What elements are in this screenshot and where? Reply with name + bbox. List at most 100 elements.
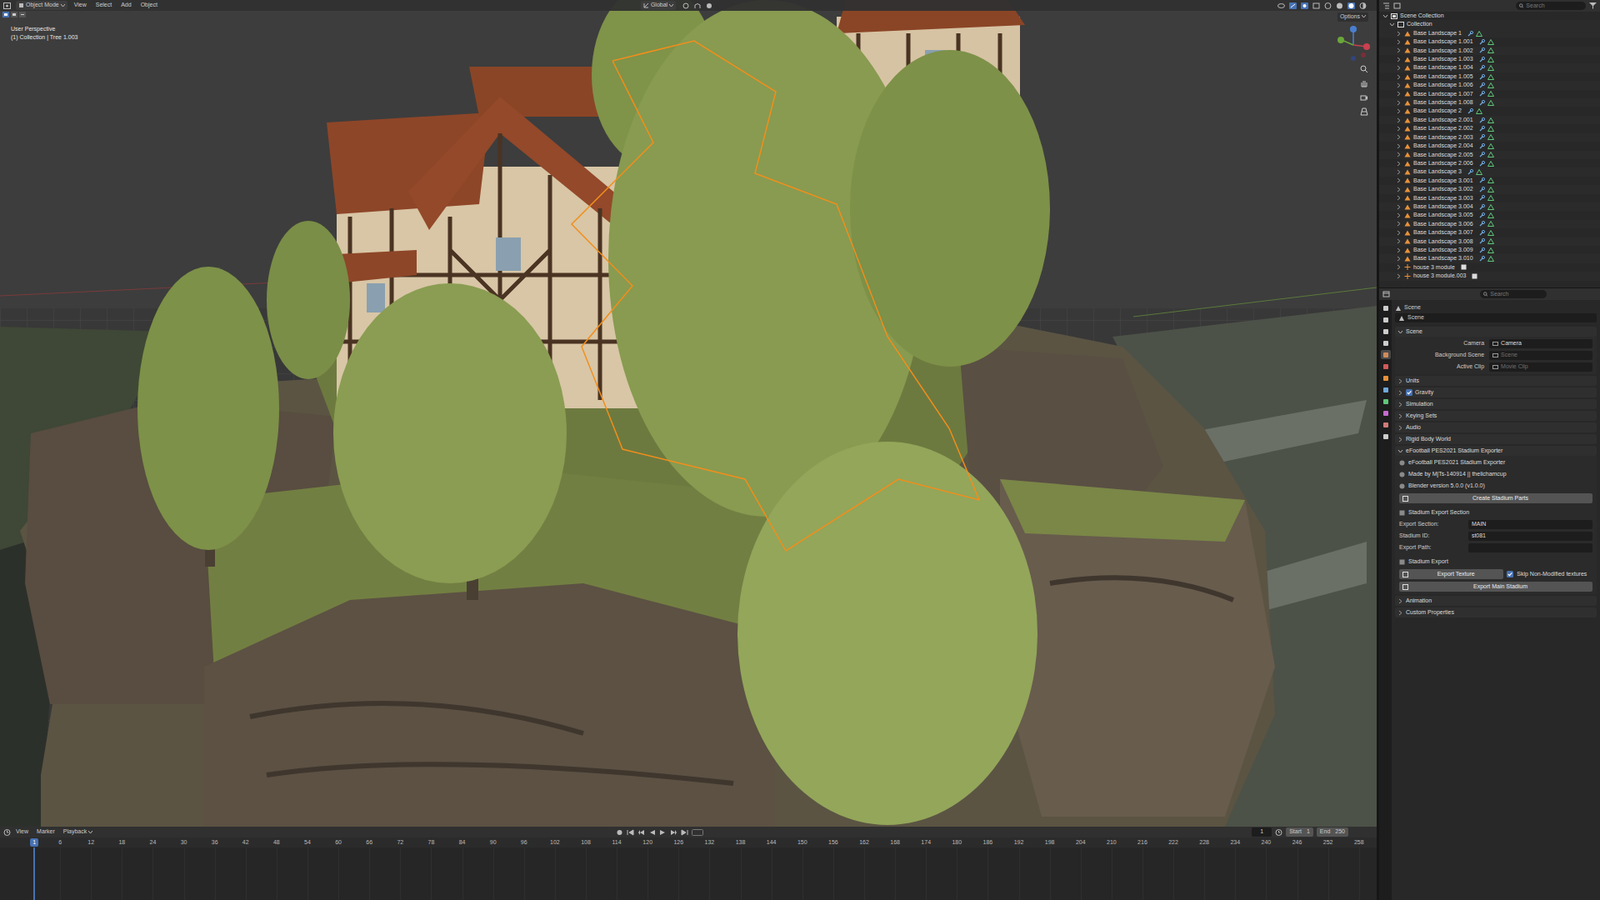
outliner-editor-icon[interactable] — [1382, 2, 1390, 10]
timeline-editor-icon[interactable] — [3, 829, 11, 836]
properties-editor-icon[interactable] — [1382, 290, 1390, 298]
select-extend-icon[interactable] — [10, 11, 18, 18]
properties-tab[interactable] — [1380, 350, 1391, 360]
chevron-down-icon[interactable] — [1397, 448, 1404, 455]
outliner-row[interactable]: Collection — [1379, 20, 1600, 29]
end-frame-field[interactable]: End250 — [1316, 827, 1349, 837]
chevron-right-icon[interactable] — [1395, 108, 1402, 115]
properties-tab[interactable] — [1380, 420, 1391, 430]
xray-icon[interactable] — [1312, 2, 1320, 10]
display-mode-icon[interactable] — [1393, 2, 1401, 10]
menu-item[interactable]: Add — [120, 0, 131, 10]
menu-item[interactable]: View — [74, 0, 87, 10]
outliner-row[interactable]: Base Landscape 2.001 — [1379, 115, 1600, 125]
chevron-right-icon[interactable] — [1395, 273, 1402, 280]
chevron-right-icon[interactable] — [1395, 134, 1402, 140]
next-key-icon[interactable] — [670, 829, 678, 836]
orientation-dropdown[interactable]: Global — [640, 0, 676, 10]
timeline-ruler[interactable]: 6121824303642485460667278849096102108114… — [0, 837, 1377, 848]
outliner-row[interactable]: Base Landscape 2.003 — [1379, 133, 1600, 142]
text-field[interactable]: st081 — [1468, 531, 1593, 541]
outliner-row[interactable]: Base Landscape 2.005 — [1379, 150, 1600, 160]
button[interactable]: Create Stadium Parts — [1399, 493, 1593, 504]
chevron-right-icon[interactable] — [1395, 39, 1402, 45]
chevron-right-icon[interactable] — [1395, 204, 1402, 210]
options-dropdown[interactable]: Options — [1337, 12, 1369, 22]
checkbox[interactable] — [1506, 570, 1514, 578]
chevron-right-icon[interactable] — [1397, 425, 1404, 431]
outliner-row[interactable]: Base Landscape 1.008 — [1379, 98, 1600, 107]
zoom-icon[interactable] — [1360, 65, 1369, 74]
panel-header[interactable]: Gravity — [1395, 387, 1597, 398]
chevron-down-icon[interactable] — [1389, 21, 1395, 28]
panel-header[interactable]: eFootball PES2021 Stadium Exporter — [1395, 445, 1597, 456]
chevron-right-icon[interactable] — [1397, 401, 1404, 408]
chevron-right-icon[interactable] — [1395, 117, 1402, 124]
outliner-row[interactable]: Base Landscape 1.001 — [1379, 37, 1600, 46]
chevron-right-icon[interactable] — [1395, 230, 1402, 236]
chevron-right-icon[interactable] — [1395, 186, 1402, 193]
panel-header[interactable]: Animation — [1395, 595, 1597, 606]
outliner-row[interactable]: Base Landscape 1.004 — [1379, 63, 1600, 72]
chevron-right-icon[interactable] — [1395, 255, 1402, 262]
properties-search[interactable] — [1480, 290, 1547, 300]
properties-tab[interactable] — [1380, 315, 1391, 325]
chevron-right-icon[interactable] — [1395, 177, 1402, 184]
panel-header[interactable]: Custom Properties — [1395, 607, 1597, 618]
chevron-right-icon[interactable] — [1395, 125, 1402, 132]
outliner-row[interactable]: Base Landscape 3.004 — [1379, 202, 1600, 211]
properties-tab[interactable] — [1380, 303, 1391, 313]
chevron-right-icon[interactable] — [1397, 413, 1404, 420]
chevron-down-icon[interactable] — [1382, 13, 1389, 20]
start-frame-field[interactable]: Start1 — [1285, 827, 1314, 837]
outliner-row[interactable]: Scene Collection — [1379, 11, 1600, 20]
outliner-row[interactable]: Base Landscape 3.008 — [1379, 237, 1600, 246]
panel-header[interactable]: Keying Sets — [1395, 410, 1597, 421]
outliner-row[interactable]: Base Landscape 1 — [1379, 29, 1600, 38]
chevron-right-icon[interactable] — [1395, 238, 1402, 245]
playhead-frame[interactable]: 1 — [30, 838, 39, 847]
checkbox[interactable] — [1405, 389, 1413, 396]
outliner-row[interactable]: Base Landscape 2.004 — [1379, 141, 1600, 150]
jump-end-icon[interactable] — [680, 829, 689, 836]
outliner-search[interactable] — [1515, 1, 1586, 11]
outliner-row[interactable]: Base Landscape 1.003 — [1379, 55, 1600, 64]
menu-item[interactable]: Playback — [63, 827, 93, 837]
chevron-down-icon[interactable] — [1397, 329, 1404, 335]
outliner-row[interactable]: Base Landscape 2 — [1379, 106, 1600, 115]
text-field[interactable]: MAIN — [1468, 520, 1593, 530]
playhead-line[interactable] — [33, 847, 35, 900]
material-icon[interactable] — [1347, 2, 1355, 10]
properties-search-input[interactable] — [1490, 290, 1544, 300]
chevron-right-icon[interactable] — [1397, 390, 1404, 396]
navigation-gizmo[interactable] — [1335, 23, 1372, 64]
chevron-right-icon[interactable] — [1395, 264, 1402, 270]
outliner-row[interactable]: Base Landscape 3.006 — [1379, 220, 1600, 229]
menu-item[interactable]: View — [15, 827, 29, 837]
camera-icon[interactable] — [1360, 93, 1369, 102]
chevron-right-icon[interactable] — [1395, 220, 1402, 227]
panel-header[interactable]: Audio — [1395, 422, 1597, 433]
outliner-row[interactable]: Base Landscape 3.003 — [1379, 194, 1600, 203]
chevron-right-icon[interactable] — [1397, 436, 1404, 443]
properties-tab[interactable] — [1380, 326, 1391, 336]
editor-type-icon[interactable] — [3, 2, 11, 10]
outliner-row[interactable]: Base Landscape 2.002 — [1379, 124, 1600, 133]
chevron-right-icon[interactable] — [1395, 212, 1402, 219]
chevron-right-icon[interactable] — [1395, 100, 1402, 106]
timeline-track[interactable] — [0, 847, 1377, 900]
panel-header[interactable]: Scene — [1395, 326, 1597, 337]
chevron-right-icon[interactable] — [1395, 56, 1402, 63]
outliner-row[interactable]: Base Landscape 1.005 — [1379, 72, 1600, 81]
outliner-row[interactable]: Base Landscape 3.005 — [1379, 210, 1600, 220]
outliner-row[interactable]: house 3 module.003 — [1379, 271, 1600, 280]
chevron-right-icon[interactable] — [1395, 169, 1402, 175]
chevron-right-icon[interactable] — [1395, 82, 1402, 89]
outliner-row[interactable]: Base Landscape 3.002 — [1379, 185, 1600, 194]
gizmo-icon[interactable] — [1289, 2, 1297, 10]
pivot-icon[interactable] — [682, 2, 690, 10]
button[interactable]: Export Main Stadium — [1399, 581, 1593, 592]
chevron-right-icon[interactable] — [1395, 143, 1402, 150]
field-value[interactable]: Camera — [1489, 339, 1593, 349]
chevron-right-icon[interactable] — [1395, 65, 1402, 71]
